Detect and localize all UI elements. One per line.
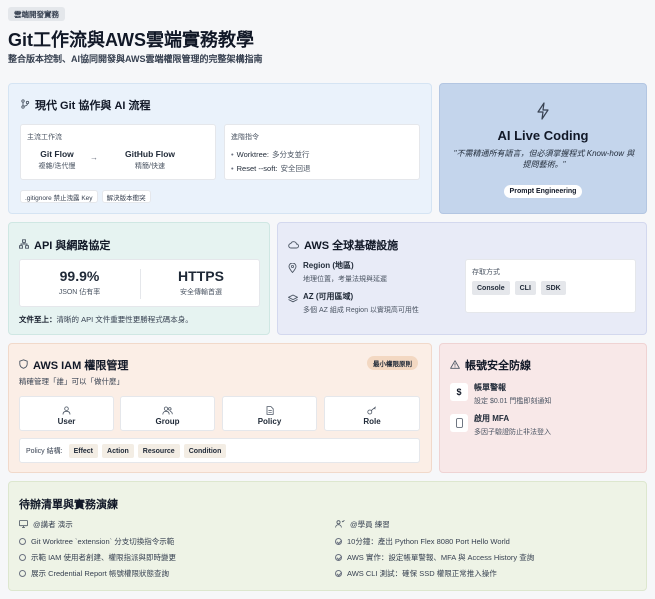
iam-user-label: User	[57, 417, 76, 426]
todo-circle-icon	[19, 569, 26, 577]
policy-structure-label: Policy 結構:	[26, 448, 63, 455]
instructor-todo-item[interactable]: Git Worktree `extension` 分支切換指令示範	[19, 533, 176, 549]
workflow-label: 主流工作流	[27, 134, 62, 141]
worktree-cmd: Worktree:	[236, 150, 270, 159]
reset-desc: 安全回退	[280, 164, 311, 173]
policy-resource: Resource	[137, 444, 180, 458]
todo-title: 待辦清單與實務演練	[19, 499, 118, 511]
network-icon	[19, 239, 29, 251]
access-console: Console	[472, 281, 510, 295]
github-flow-name: GitHub Flow	[124, 149, 176, 159]
users-icon	[335, 519, 345, 530]
json-share-label: JSON 佔有率	[58, 289, 101, 296]
api-card: API 與網路協定 99.9% JSON 佔有率 HTTPS 安全傳輸首選 文件…	[8, 222, 270, 335]
doc-note-label: 文件至上：	[19, 315, 57, 324]
monitor-icon	[19, 519, 28, 530]
phone-icon	[450, 414, 468, 432]
page-subtitle: 整合版本控制、AI協同開發與AWS雲端權限管理的完整架構指南	[8, 54, 263, 64]
instructor-todo-item[interactable]: 展示 Credential Report 帳號權限狀態查詢	[19, 565, 176, 581]
todo-circle-icon	[19, 553, 26, 561]
least-privilege-badge: 最小權限原則	[367, 356, 418, 370]
todo-check-icon	[335, 537, 342, 545]
api-stats-box: 99.9% JSON 佔有率 HTTPS 安全傳輸首選	[19, 259, 260, 307]
access-cli: CLI	[514, 281, 536, 295]
student-todo-item[interactable]: AWS CLI 測試：確保 SSD 權限正常推入操作	[335, 565, 534, 581]
ai-live-coding-card: AI Live Coding "不需精通所有語言，但必須掌握程式 Know-ho…	[439, 83, 647, 214]
access-sdk: SDK	[540, 281, 566, 295]
git-card-title: 現代 Git 協作與 AI 流程	[35, 100, 151, 112]
policy-condition: Condition	[183, 444, 227, 458]
iam-group-label: Group	[155, 417, 180, 426]
git-branch-icon	[20, 99, 30, 111]
instructor-label: @講者 演示	[33, 520, 73, 529]
student-todo-item[interactable]: 10分鐘：產出 Python Flex 8080 Port Hello Worl…	[335, 533, 534, 549]
iam-card-title: AWS IAM 權限管理	[33, 360, 129, 372]
todo-card: 待辦清單與實務演練 @講者 演示 Git Worktree `extension…	[8, 481, 647, 591]
shield-icon	[19, 359, 28, 371]
dollar-icon: $	[450, 383, 468, 401]
iam-policy-label: Policy	[257, 417, 282, 426]
https-label: 安全傳輸首選	[180, 289, 222, 296]
map-pin-icon	[288, 260, 297, 278]
reset-cmd: Reset --soft:	[236, 164, 278, 173]
policy-action: Action	[102, 444, 134, 458]
layers-icon	[288, 291, 298, 309]
access-methods-box: 存取方式 Console CLI SDK	[465, 259, 636, 313]
az-desc: 多個 AZ 組成 Region 以實現高可用性	[303, 307, 419, 314]
git-flow-name: Git Flow	[40, 149, 74, 159]
page-title: Git工作流與AWS雲端實務教學	[8, 30, 254, 50]
billing-alarm-desc: 設定 $0.01 門檻即刻通知	[474, 398, 552, 405]
json-share-value: 99.9%	[59, 268, 100, 284]
ai-quote: "不需精通所有語言，但必須掌握程式 Know-how 與提問藝術。"	[453, 149, 635, 169]
student-todo-item[interactable]: AWS 實作：設定帳單警報、MFA 與 Access History 查詢	[335, 549, 534, 565]
security-card: 帳號安全防線 $ 帳單警報 設定 $0.01 門檻即刻通知 啟用 MFA 多因子…	[439, 343, 647, 473]
iam-policy: Policy	[222, 396, 317, 431]
region-title: Region (地區)	[303, 261, 354, 270]
iam-role-label: Role	[363, 417, 381, 426]
api-card-title: API 與網路協定	[34, 240, 111, 252]
warning-icon	[450, 359, 460, 371]
category-tag: 雲端開發實務	[8, 7, 65, 21]
cloud-icon	[288, 240, 299, 251]
conflict-pill: 解決版本衝突	[101, 190, 151, 203]
github-flow-desc: 精簡/快速	[135, 163, 165, 170]
student-label: @學員 練習	[350, 520, 390, 529]
mfa-desc: 多因子驗證防止非法登入	[474, 429, 551, 436]
mfa-title: 啟用 MFA	[474, 414, 510, 423]
iam-group: Group	[120, 396, 215, 431]
security-card-title: 帳號安全防線	[465, 360, 531, 372]
iam-subtitle: 精確管理「誰」可以「做什麼」	[19, 377, 124, 386]
iam-role: Role	[324, 396, 420, 431]
prompt-engineering-button[interactable]: Prompt Engineering	[503, 185, 583, 198]
ai-card-title: AI Live Coding	[497, 128, 589, 143]
worktree-desc: 多分支並行	[272, 150, 310, 159]
todo-circle-icon	[19, 537, 26, 545]
policy-effect: Effect	[68, 444, 99, 458]
git-workflow-card: 現代 Git 協作與 AI 流程 主流工作流 Git Flow 複雜/迭代慢 →…	[8, 83, 432, 214]
iam-card: AWS IAM 權限管理 最小權限原則 精確管理「誰」可以「做什麼」 User …	[8, 343, 432, 473]
doc-note-text: 清晰的 API 文件重要性更勝程式碼本身。	[56, 315, 193, 324]
aws-infra-title: AWS 全球基礎設施	[304, 240, 399, 252]
gitignore-pill: .gitignore 禁止洩露 Key	[20, 190, 98, 203]
region-desc: 地理位置，考量法規與延遲	[303, 276, 387, 283]
workflow-box: 主流工作流 Git Flow 複雜/迭代慢 → GitHub Flow 精簡/快…	[20, 124, 216, 180]
instructor-todo-item[interactable]: 示範 IAM 使用者創建、權限指派與即時變更	[19, 549, 176, 565]
iam-user: User	[19, 396, 114, 431]
advanced-label: 進階指令	[231, 134, 259, 141]
todo-check-icon	[335, 553, 342, 561]
az-title: AZ (可用區域)	[303, 292, 354, 301]
aws-infra-card: AWS 全球基礎設施 Region (地區) 地理位置，考量法規與延遲 AZ (…	[277, 222, 647, 335]
https-value: HTTPS	[178, 268, 224, 284]
access-label: 存取方式	[472, 269, 500, 276]
billing-alarm-title: 帳單警報	[474, 383, 506, 392]
todo-check-icon	[335, 569, 342, 577]
git-flow-desc: 複雜/迭代慢	[38, 163, 76, 170]
policy-structure-box: Policy 結構: Effect Action Resource Condit…	[19, 438, 420, 463]
arrow-right-icon: →	[90, 153, 98, 162]
lightning-icon	[440, 102, 646, 125]
advanced-commands-box: 進階指令 • Worktree: 多分支並行 • Reset --soft: 安…	[224, 124, 420, 180]
